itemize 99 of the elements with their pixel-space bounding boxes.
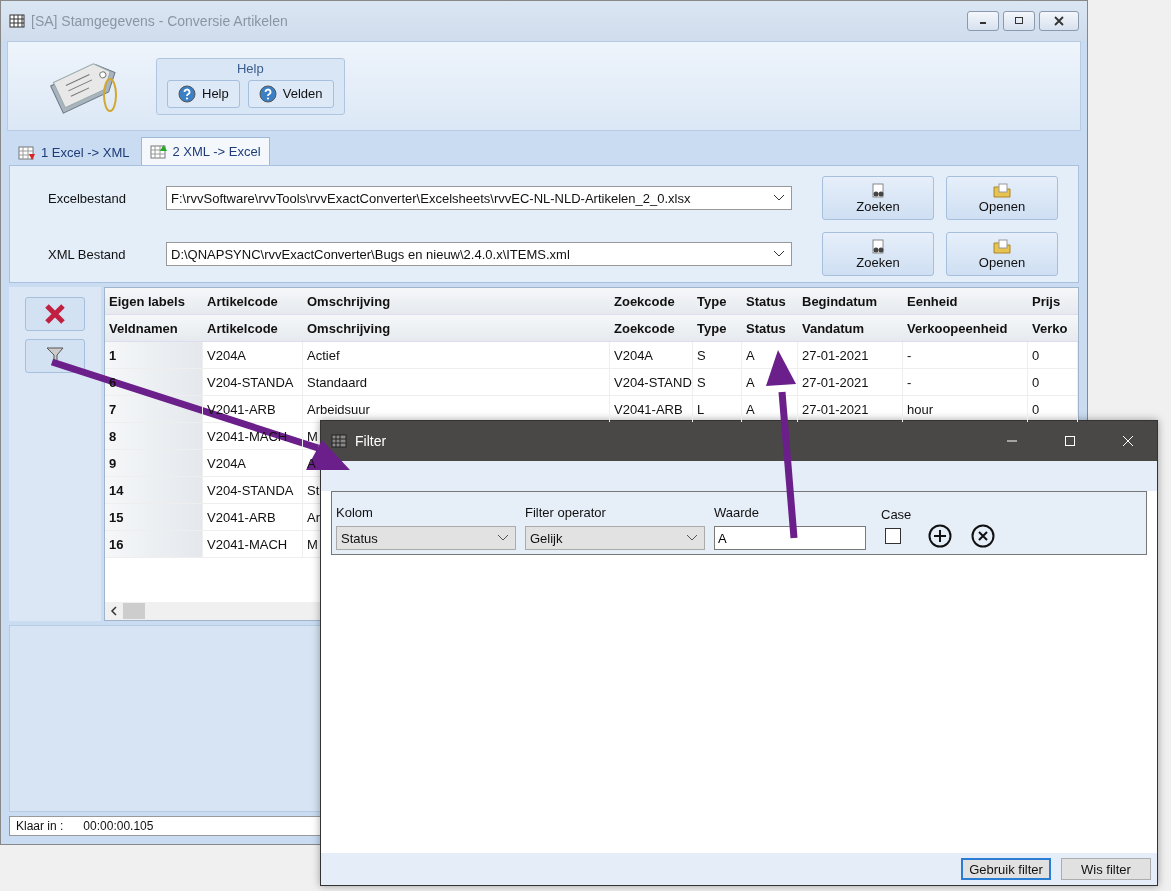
- chevron-down-icon: [686, 534, 698, 542]
- table-cell: 0: [1028, 369, 1078, 395]
- field-label: Kolom: [336, 505, 374, 520]
- table-cell: V204A: [203, 450, 303, 476]
- column-header: Omschrijving: [306, 293, 392, 309]
- table-cell: V204-STANDA: [203, 369, 303, 395]
- input-field[interactable]: A: [714, 526, 866, 550]
- column-header: Status: [745, 320, 787, 336]
- open-button[interactable]: Openen: [946, 232, 1058, 276]
- table-cell: V2041-ARB: [203, 504, 303, 530]
- table-cell: V204-STAND: [610, 369, 693, 395]
- path-field[interactable]: F:\rvvSoftware\rvvTools\rvvExactConverter\Excelsheets\rvvEC-NL-NLD-Artikelen_2_0.xlsx: [166, 186, 792, 210]
- table-cell: S: [693, 342, 742, 368]
- window-title: [SA] Stamgegevens - Conversie Artikelen: [31, 13, 288, 29]
- sheet-down-arrow-icon: [18, 144, 36, 161]
- open-button[interactable]: Openen: [946, 176, 1058, 220]
- table-cell: 27-01-2021: [798, 369, 903, 395]
- row-header: 8: [105, 423, 203, 449]
- chevron-down-icon: [497, 534, 509, 542]
- chevron-down-icon: [773, 194, 785, 202]
- add-icon: [928, 524, 953, 548]
- dialog-button[interactable]: Gebruik filter: [961, 858, 1051, 880]
- row-header: 9: [105, 450, 203, 476]
- table-cell: 0: [1028, 342, 1078, 368]
- table-cell: V204A: [203, 342, 303, 368]
- column-header: Type: [696, 320, 728, 336]
- window-title: Filter: [355, 433, 387, 449]
- row-header: 1: [105, 342, 203, 368]
- sheet-up-arrow-icon: [149, 143, 168, 160]
- maximize-icon: [1014, 16, 1024, 26]
- row-header: 16: [105, 531, 203, 557]
- column-header: Zoekcode: [613, 320, 676, 336]
- table-cell-text: M: [306, 427, 319, 446]
- row-header: 14: [105, 477, 203, 503]
- help-icon: [258, 84, 277, 103]
- column-header: Veldnamen: [108, 320, 179, 336]
- table-cell: V204-STANDA: [203, 477, 303, 503]
- close-button[interactable]: [1039, 11, 1079, 31]
- status-label: Klaar in :: [16, 819, 64, 833]
- field-label: Excelbestand: [47, 190, 128, 206]
- table-cell: 27-01-2021: [798, 342, 903, 368]
- chevron-left-icon: [110, 606, 118, 616]
- help-button[interactable]: Velden: [247, 79, 334, 108]
- column-header: Prijs: [1031, 293, 1062, 309]
- dropdown[interactable]: Gelijk: [525, 526, 705, 550]
- folder-icon: [993, 182, 1011, 199]
- dialog-button[interactable]: Wis filter: [1061, 858, 1151, 880]
- group-label: Help: [236, 60, 264, 76]
- column-header: Type: [696, 293, 728, 309]
- maximize-button[interactable]: [1003, 11, 1035, 31]
- maximize-icon: [1064, 435, 1076, 447]
- field-label: Filter operator: [525, 505, 607, 520]
- field-label: XML Bestand: [47, 246, 127, 262]
- table-cell: V2041-MACH: [203, 531, 303, 557]
- column-header: Verko: [1031, 320, 1069, 336]
- grid-icon: [9, 13, 25, 29]
- close-icon: [1054, 16, 1064, 26]
- column-header: Vandatum: [801, 320, 866, 336]
- field-label: Waarde: [714, 505, 761, 520]
- table-cell-text: M: [306, 535, 319, 554]
- column-header: Artikelcode: [206, 320, 279, 336]
- table-cell-text: Ar: [306, 508, 321, 527]
- close-icon: [1122, 435, 1134, 447]
- path-field[interactable]: D:\QNAPSYNC\rvvExactConverter\Bugs en nieuw\2.4.0.x\ITEMS.xml: [166, 242, 792, 266]
- status-time: 00:00:00.105: [83, 819, 154, 833]
- search-button[interactable]: Zoeken: [822, 176, 934, 220]
- column-header: Artikelcode: [206, 293, 279, 309]
- row-header: 15: [105, 504, 203, 530]
- column-header: Omschrijving: [306, 320, 392, 336]
- column-header: Begindatum: [801, 293, 879, 309]
- column-header: Eigen labels: [108, 293, 186, 309]
- help-icon: [178, 84, 196, 103]
- dropdown[interactable]: Status: [336, 526, 516, 550]
- table-cell: Actief: [303, 342, 610, 368]
- field-label: Case: [881, 507, 912, 522]
- help-button[interactable]: Help: [167, 79, 240, 108]
- delete-icon: [43, 303, 67, 325]
- remove-icon: [971, 524, 996, 548]
- binoculars-icon: [870, 182, 886, 199]
- tab[interactable]: 1 Excel -> XML: [9, 139, 139, 165]
- checkbox[interactable]: [885, 528, 901, 544]
- table-cell: V204A: [610, 342, 693, 368]
- table-cell-text: St: [306, 481, 321, 500]
- scrollbar-thumb[interactable]: [123, 603, 145, 619]
- column-header: Zoekcode: [613, 293, 676, 309]
- binoculars-icon: [870, 238, 886, 255]
- grid-icon: [331, 433, 347, 449]
- column-header: Status: [745, 293, 787, 309]
- table-cell: Standaard: [303, 369, 610, 395]
- tab[interactable]: 2 XML -> Excel: [140, 137, 270, 165]
- folder-icon: [993, 238, 1011, 255]
- column-header: Eenheid: [906, 293, 959, 309]
- table-cell: -: [903, 369, 1028, 395]
- column-header: Verkoopeenheid: [906, 320, 1009, 336]
- table-cell: -: [903, 342, 1028, 368]
- table-cell: S: [693, 369, 742, 395]
- chevron-down-icon: [773, 250, 785, 258]
- search-button[interactable]: Zoeken: [822, 232, 934, 276]
- delete-button[interactable]: [25, 297, 85, 331]
